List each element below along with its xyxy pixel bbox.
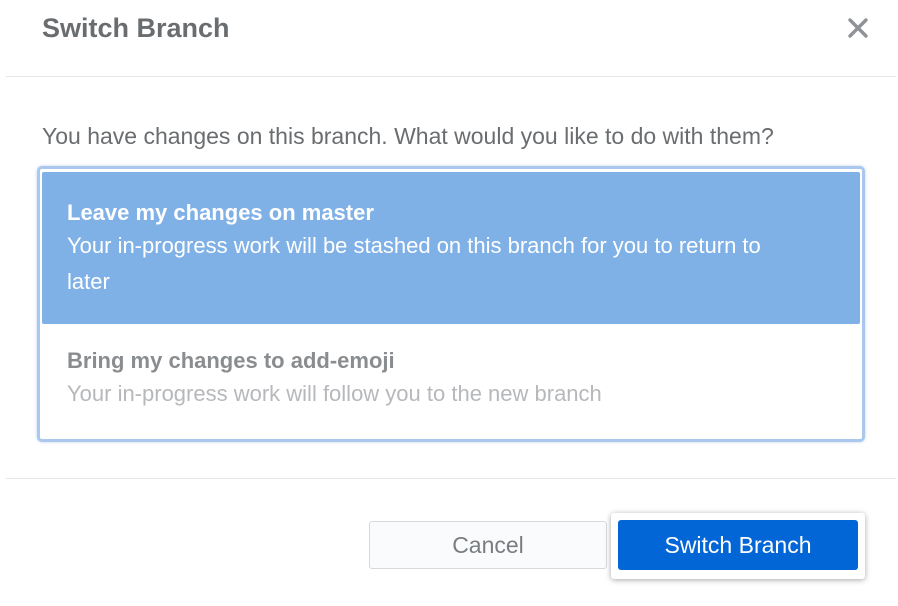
close-button[interactable] (844, 14, 872, 42)
switch-branch-dialog: Switch Branch You have changes on this b… (0, 0, 898, 606)
switch-branch-button-focus-ring: Switch Branch (611, 513, 865, 579)
close-icon (848, 18, 868, 38)
option-description: Your in-progress work will be stashed on… (67, 233, 761, 294)
dialog-header: Switch Branch (6, 0, 896, 77)
option-bring-changes[interactable]: Bring my changes to add-emoji Your in-pr… (42, 324, 860, 436)
option-leave-changes[interactable]: Leave my changes on master Your in-progr… (42, 172, 860, 324)
switch-branch-button[interactable]: Switch Branch (618, 520, 858, 570)
option-title: Leave my changes on master (67, 200, 374, 225)
dialog-footer-divider (6, 478, 896, 480)
option-description: Your in-progress work will follow you to… (67, 381, 602, 406)
cancel-button[interactable]: Cancel (369, 521, 607, 569)
dialog-title: Switch Branch (42, 13, 230, 43)
option-title: Bring my changes to add-emoji (67, 348, 395, 373)
stash-options-list: Leave my changes on master Your in-progr… (37, 166, 865, 442)
dialog-prompt: You have changes on this branch. What wo… (42, 123, 774, 149)
